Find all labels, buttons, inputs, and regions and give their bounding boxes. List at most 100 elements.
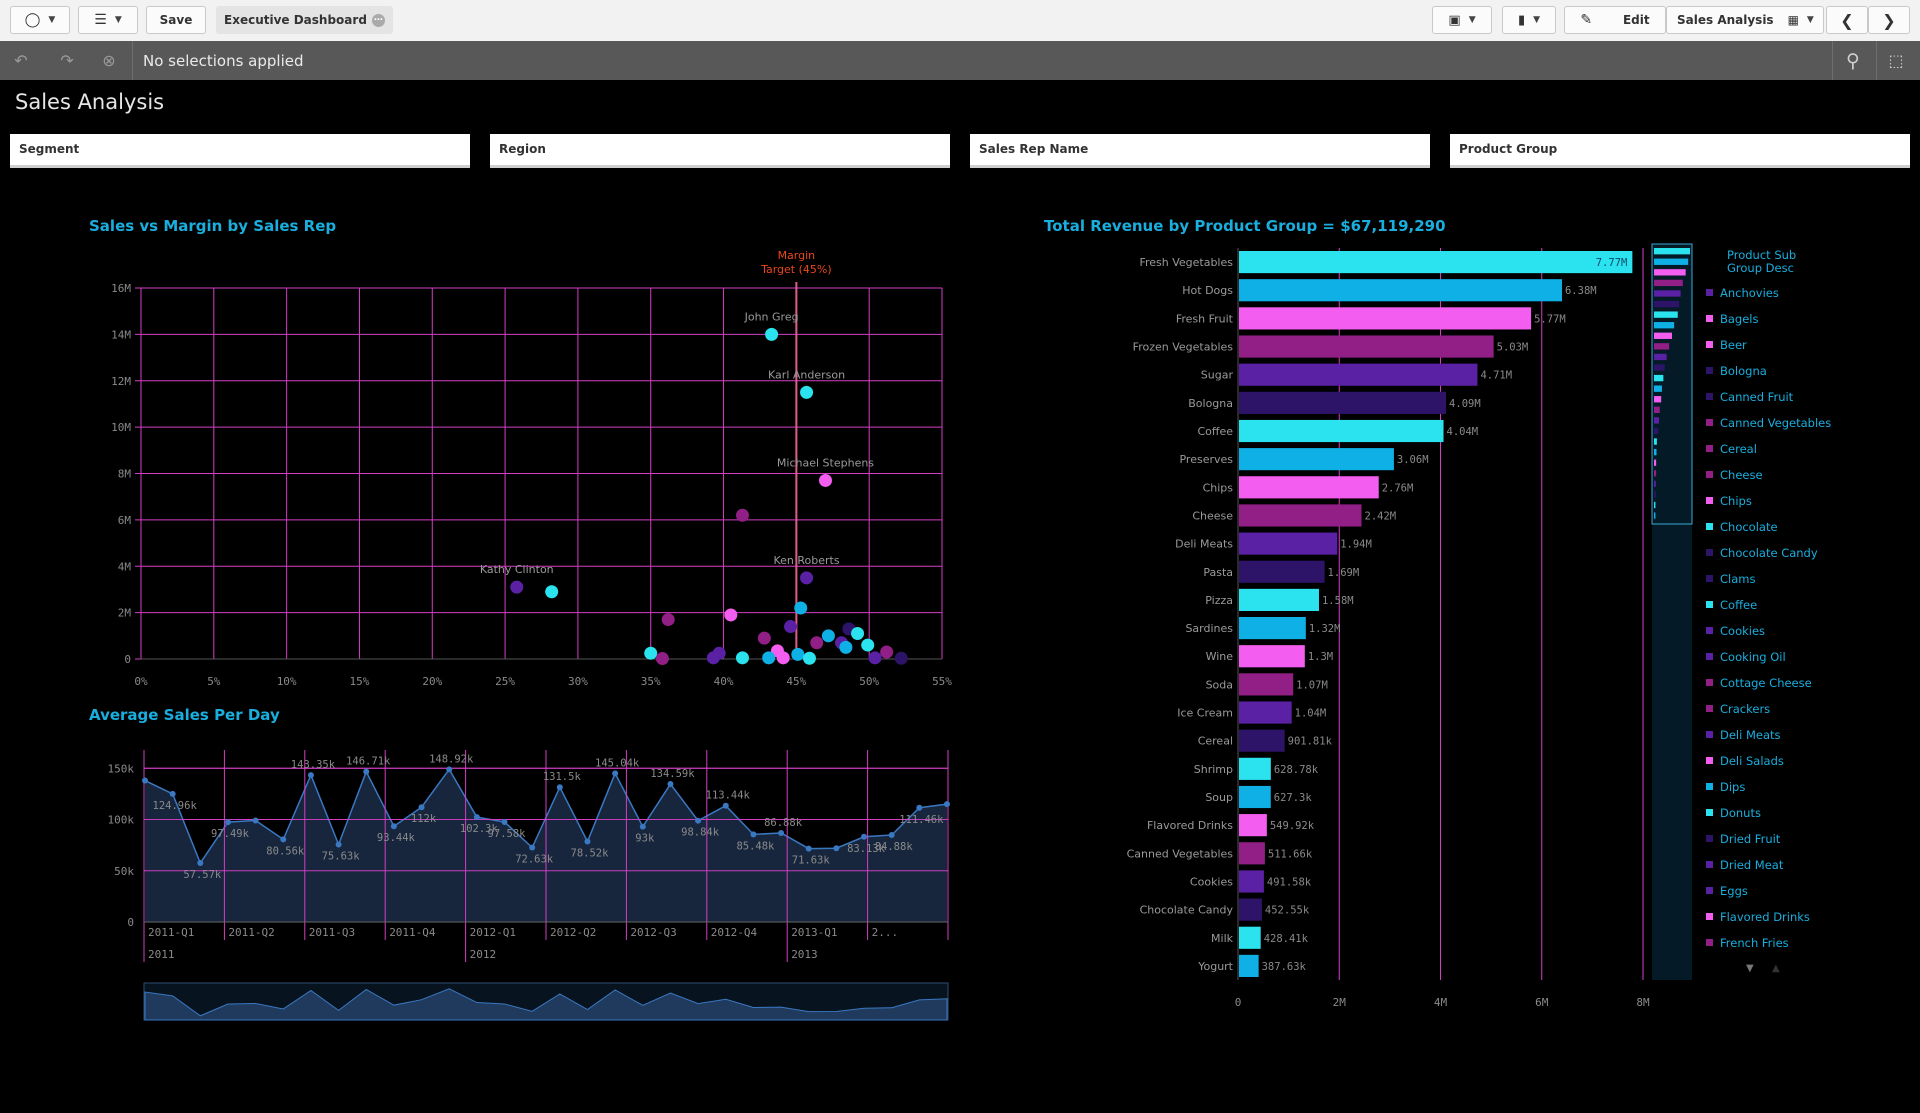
search-icon[interactable]: ⚲ [1842, 50, 1864, 72]
scatter-point[interactable] [735, 508, 749, 522]
bar-chart[interactable]: 0 2M 4M 6M 8M Fresh Vegetables 7.77M Hot Dogs 6.… [1110, 240, 1920, 1020]
sheets-list-button[interactable]: ☰ ▼ [78, 6, 138, 34]
legend-item-label[interactable]: Canned Fruit [1720, 390, 1794, 404]
bar[interactable] [1239, 391, 1447, 414]
save-button[interactable]: Save [146, 6, 206, 34]
legend-item-label[interactable]: Bagels [1720, 312, 1759, 326]
scatter-point[interactable] [784, 620, 798, 634]
scatter-point[interactable] [661, 613, 675, 627]
bar[interactable] [1239, 673, 1294, 696]
scatter-point[interactable] [655, 652, 669, 666]
legend-item-label[interactable]: Coffee [1720, 598, 1757, 612]
filter-segment[interactable]: Segment [10, 134, 470, 168]
legend-item-label[interactable]: Eggs [1720, 884, 1748, 898]
bar[interactable] [1239, 757, 1271, 780]
scatter-point[interactable] [644, 646, 658, 660]
bar[interactable] [1239, 279, 1562, 302]
previous-sheet-button[interactable]: ❮ [1826, 6, 1868, 34]
app-title-tab[interactable]: Executive Dashboard … [216, 6, 393, 34]
edit-button[interactable]: ✎ Edit [1564, 6, 1666, 34]
bar[interactable] [1239, 645, 1305, 668]
legend-item-label[interactable]: Cookies [1720, 624, 1765, 638]
legend-item-label[interactable]: Clams [1720, 572, 1755, 586]
bar[interactable] [1239, 560, 1325, 583]
bar[interactable] [1239, 814, 1267, 837]
legend-item-label[interactable]: Dried Fruit [1720, 832, 1781, 846]
scatter-point[interactable] [839, 640, 853, 654]
scatter-point[interactable] [545, 585, 559, 599]
legend-item-label[interactable]: Cheese [1720, 468, 1763, 482]
bar[interactable] [1239, 532, 1338, 555]
selection-tool-icon[interactable]: ⬚ [1885, 50, 1907, 72]
legend-item-label[interactable]: Anchovies [1720, 286, 1779, 300]
legend-scroll-down-icon[interactable]: ▼ [1746, 963, 1754, 974]
scatter-point[interactable] [818, 473, 832, 487]
sheet-selector-button[interactable]: Sales Analysis ▦ ▼ [1666, 6, 1824, 34]
filter-sales-rep-name[interactable]: Sales Rep Name [970, 134, 1430, 168]
clear-selections-icon[interactable]: ⊗ [98, 50, 120, 72]
legend-item-label[interactable]: Canned Vegetables [1720, 416, 1831, 430]
scatter-point[interactable] [765, 327, 779, 341]
legend-item-label[interactable]: Chocolate Candy [1720, 546, 1818, 560]
bar[interactable] [1239, 898, 1262, 921]
bar[interactable] [1239, 363, 1478, 386]
scatter-point[interactable] [757, 631, 771, 645]
scatter-point[interactable] [802, 651, 816, 665]
filter-region[interactable]: Region [490, 134, 950, 168]
scatter-point[interactable] [800, 385, 814, 399]
bar[interactable] [1239, 870, 1264, 893]
scatter-point[interactable] [821, 629, 835, 643]
bar[interactable] [1239, 842, 1265, 865]
scatter-point[interactable] [510, 580, 524, 594]
bar[interactable] [1239, 504, 1362, 527]
scatter-point[interactable] [868, 651, 882, 665]
legend-item-label[interactable]: Deli Salads [1720, 754, 1784, 768]
legend-item-label[interactable]: Dips [1720, 780, 1745, 794]
line-chart[interactable]: 0 50k 100k 150k 124.96k 57.57k 97.49k 80.56k 143… [80, 730, 960, 1030]
legend-item-label[interactable]: Crackers [1720, 702, 1770, 716]
bar[interactable] [1239, 701, 1292, 724]
legend-item-label[interactable]: Bologna [1720, 364, 1767, 378]
bar[interactable] [1239, 617, 1306, 640]
legend-item-label[interactable]: Cooking Oil [1720, 650, 1786, 664]
bar[interactable] [1239, 448, 1394, 471]
bar[interactable] [1239, 335, 1494, 358]
bar[interactable] [1239, 926, 1261, 949]
scatter-chart[interactable]: 0% 5% 10% 15% 20% 25% 30% 35% 40% 45% 50% 55% 0 2M 4M 6… [80, 240, 960, 700]
scatter-point[interactable] [810, 636, 824, 650]
scatter-point[interactable] [794, 601, 808, 615]
legend-item-label[interactable]: Cereal [1720, 442, 1757, 456]
bar[interactable] [1239, 251, 1633, 274]
filter-product-group[interactable]: Product Group [1450, 134, 1910, 168]
legend-item-label[interactable]: Dried Meat [1720, 858, 1784, 872]
legend-item-label[interactable]: Flavored Drinks [1720, 910, 1810, 924]
bar[interactable] [1239, 307, 1532, 330]
scatter-point[interactable] [724, 608, 738, 622]
step-forward-icon[interactable]: ↷ [56, 50, 78, 72]
scatter-point[interactable] [861, 638, 875, 652]
bookmarks-button[interactable]: ▮ ▼ [1502, 6, 1556, 34]
legend-item-label[interactable]: Donuts [1720, 806, 1761, 820]
legend-item-label[interactable]: Cottage Cheese [1720, 676, 1812, 690]
bar[interactable] [1239, 588, 1319, 611]
bar[interactable] [1239, 954, 1259, 977]
scatter-point[interactable] [800, 571, 814, 585]
legend-scroll-up-icon[interactable]: ▲ [1772, 963, 1780, 974]
scatter-point[interactable] [880, 645, 894, 659]
bar[interactable] [1239, 476, 1379, 499]
navigation-menu-button[interactable]: ◯ ▼ [10, 6, 70, 34]
step-back-icon[interactable]: ↶ [10, 50, 32, 72]
bar[interactable] [1239, 785, 1271, 809]
bar[interactable] [1239, 729, 1285, 752]
scatter-point[interactable] [791, 647, 805, 661]
legend-item-label[interactable]: Chips [1720, 494, 1752, 508]
scatter-point[interactable] [776, 651, 790, 665]
scatter-point[interactable] [706, 651, 720, 665]
legend-item-label[interactable]: Chocolate [1720, 520, 1778, 534]
legend-item-label[interactable]: Beer [1720, 338, 1747, 352]
bar[interactable] [1239, 419, 1444, 443]
next-sheet-button[interactable]: ❯ [1868, 6, 1910, 34]
legend-item-label[interactable]: Deli Meats [1720, 728, 1781, 742]
scatter-point[interactable] [851, 626, 865, 640]
scatter-point[interactable] [735, 651, 749, 665]
